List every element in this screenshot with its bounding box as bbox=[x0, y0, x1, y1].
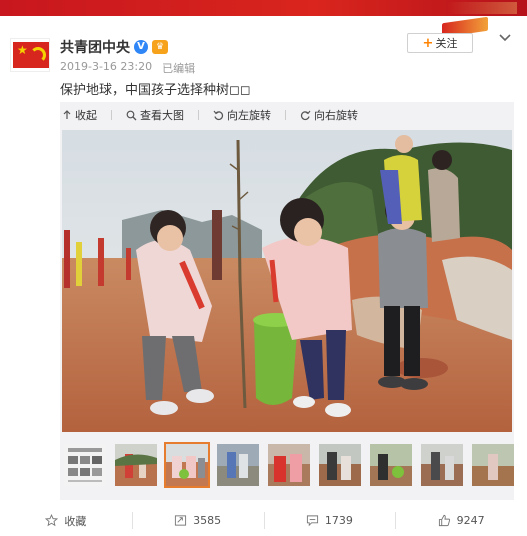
follow-label: 关注 bbox=[435, 37, 458, 50]
top-banner bbox=[0, 0, 527, 16]
thumbnail-6[interactable] bbox=[317, 442, 363, 488]
edited-label: 已编辑 bbox=[162, 62, 196, 75]
view-large-label: 查看大图 bbox=[140, 109, 184, 122]
like-icon bbox=[438, 514, 450, 527]
crown-icon[interactable]: ♛ bbox=[152, 40, 168, 54]
collapse-icon bbox=[63, 110, 71, 119]
repost-count: 3585 bbox=[193, 514, 222, 527]
rotate-right-icon bbox=[300, 110, 311, 120]
image-toolbar: 收起 查看大图 向左旋转 向右旋转 bbox=[60, 102, 514, 128]
favorite-button[interactable]: 收藏 bbox=[0, 505, 132, 536]
post-text: 保护地球，中国孩子选择种树◻◻ bbox=[60, 83, 251, 98]
rotate-left-label: 向左旋转 bbox=[227, 109, 271, 122]
action-bar: 收藏 3585 1739 9247 bbox=[0, 505, 527, 536]
thumbnail-7[interactable] bbox=[368, 442, 414, 488]
favorite-label: 收藏 bbox=[64, 514, 87, 528]
zoom-icon bbox=[126, 110, 137, 120]
thumbnail-strip bbox=[62, 442, 514, 492]
view-large-button[interactable]: 查看大图 bbox=[126, 107, 184, 123]
like-button[interactable]: 9247 bbox=[395, 505, 527, 536]
post-timestamp[interactable]: 2019-3-16 23:20 bbox=[60, 60, 152, 76]
collapse-button[interactable]: 收起 bbox=[62, 107, 97, 123]
comment-count: 1739 bbox=[324, 514, 353, 527]
banner-decoration bbox=[447, 2, 517, 14]
comment-icon bbox=[306, 515, 318, 527]
rotate-right-button[interactable]: 向右旋转 bbox=[300, 107, 358, 123]
thumbnail-4[interactable] bbox=[215, 442, 261, 488]
thumbnail-3-active[interactable] bbox=[164, 442, 210, 488]
flag-icon: ★ bbox=[13, 42, 49, 68]
post-meta: 2019-3-16 23:20 已编辑 bbox=[60, 60, 195, 76]
chevron-down-icon[interactable] bbox=[498, 30, 512, 44]
repost-icon bbox=[175, 515, 187, 526]
like-count: 9247 bbox=[456, 514, 485, 527]
comment-button[interactable]: 1739 bbox=[263, 505, 396, 536]
thumbnail-2[interactable] bbox=[113, 442, 159, 488]
collapse-label: 收起 bbox=[75, 109, 97, 122]
plus-icon: + bbox=[422, 35, 434, 51]
account-header: 共青团中央 V ♛ bbox=[60, 37, 168, 57]
avatar[interactable]: ★ bbox=[10, 38, 50, 72]
toolbar-divider bbox=[285, 110, 286, 120]
thumbnail-1[interactable] bbox=[62, 442, 108, 488]
toolbar-divider bbox=[198, 110, 199, 120]
main-photo[interactable] bbox=[62, 130, 512, 432]
star-icon bbox=[45, 514, 59, 527]
rotate-left-icon bbox=[213, 110, 224, 120]
thumbnail-9[interactable] bbox=[470, 442, 516, 488]
repost-button[interactable]: 3585 bbox=[131, 505, 264, 536]
media-panel: 收起 查看大图 向左旋转 向右旋转 bbox=[60, 102, 514, 500]
verified-icon: V bbox=[134, 40, 148, 54]
thumbnail-5[interactable] bbox=[266, 442, 312, 488]
rotate-right-label: 向右旋转 bbox=[314, 109, 358, 122]
thumbnail-8[interactable] bbox=[419, 442, 465, 488]
toolbar-divider bbox=[111, 110, 112, 120]
rotate-left-button[interactable]: 向左旋转 bbox=[213, 107, 271, 123]
follow-button[interactable]: + 关注 bbox=[407, 33, 473, 53]
account-name[interactable]: 共青团中央 bbox=[60, 37, 130, 57]
